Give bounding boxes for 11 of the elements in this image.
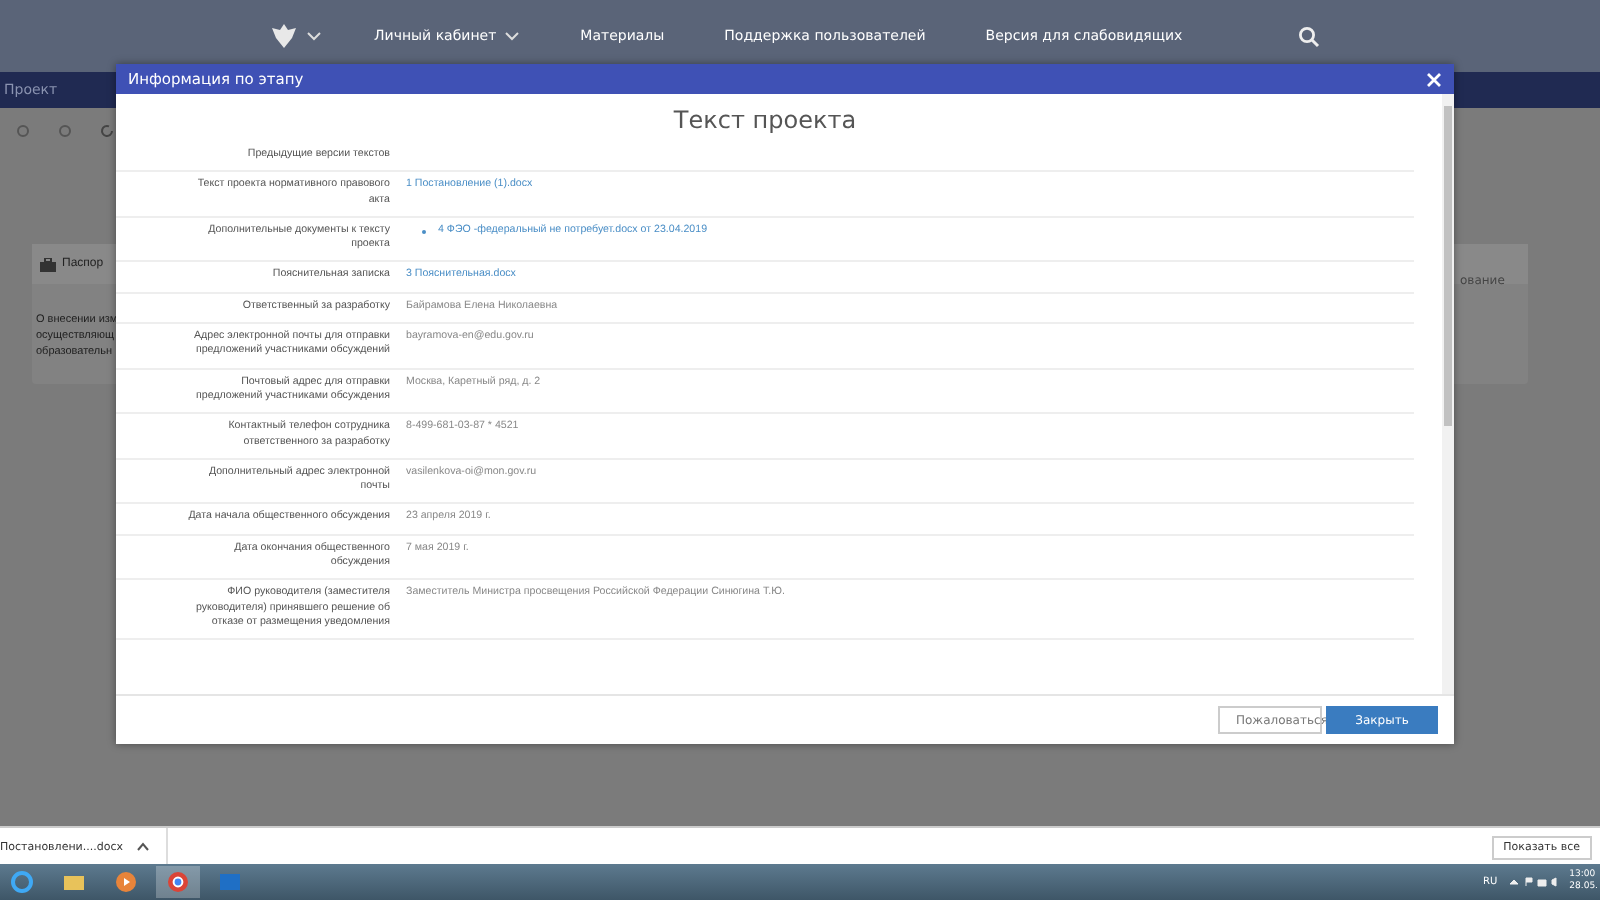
caret-icon[interactable]: [306, 28, 322, 44]
close-icon[interactable]: [1426, 71, 1442, 87]
caret-icon: [504, 28, 521, 44]
dialog-heading: Текст проекта: [671, 104, 859, 138]
tray-icons[interactable]: [1509, 876, 1558, 888]
briefcase-icon: [40, 257, 56, 271]
search-icon[interactable]: [1298, 25, 1320, 47]
scrollbar[interactable]: [1442, 94, 1454, 694]
caret-icon: [135, 840, 149, 854]
emblem-icon[interactable]: [270, 22, 298, 50]
refresh-icon[interactable]: [100, 124, 114, 138]
